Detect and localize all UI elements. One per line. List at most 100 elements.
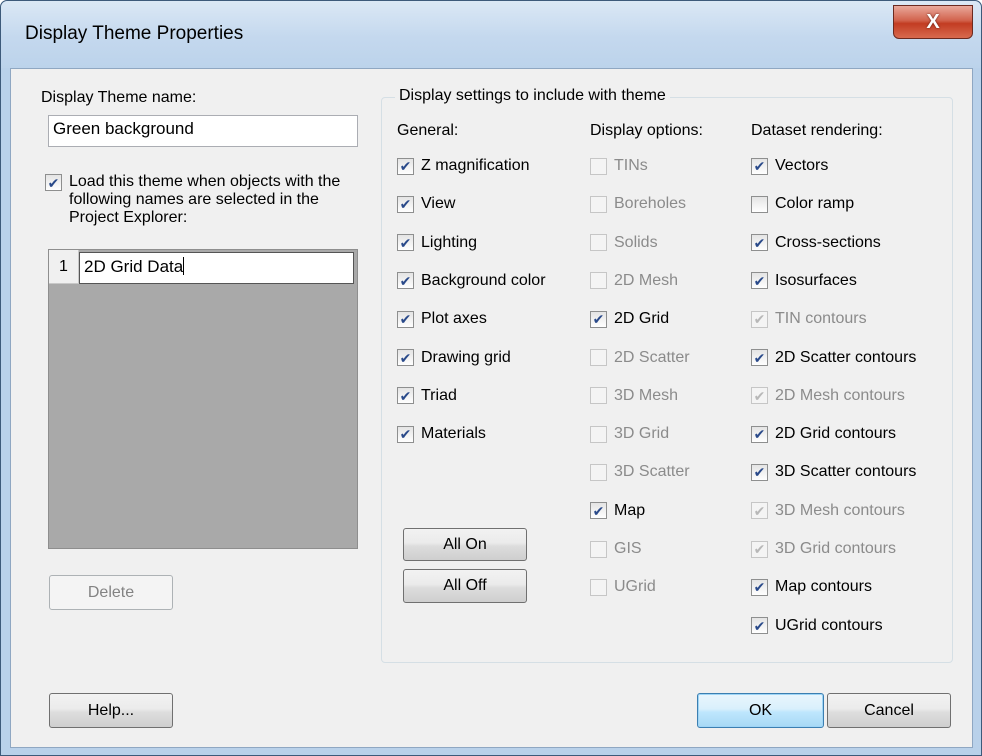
checkbox-label: 2D Grid contours: [775, 425, 896, 443]
checkbox-3d-scatter-contours[interactable]: ✔ 3D Scatter contours: [751, 461, 916, 483]
checkbox-view[interactable]: ✔ View: [397, 193, 455, 215]
dataset-rendering-header: Dataset rendering:: [751, 122, 883, 139]
checkbox-label: Plot axes: [421, 310, 487, 328]
checkbox-label: Isosurfaces: [775, 271, 857, 289]
object-name-list[interactable]: 1 2D Grid Data: [48, 249, 358, 549]
checkbox-check-icon: ✔: [397, 387, 414, 405]
checkbox-3d-mesh: 3D Mesh: [590, 385, 678, 407]
checkbox-boreholes: Boreholes: [590, 193, 686, 215]
help-button[interactable]: Help...: [49, 693, 173, 728]
checkbox-label: Boreholes: [614, 195, 687, 213]
checkbox-check-icon: ✔: [397, 310, 414, 328]
checkbox-label: TINs: [614, 157, 648, 174]
checkbox-check-icon: ✔: [751, 387, 768, 405]
checkbox-vectors[interactable]: ✔ Vectors: [751, 155, 828, 177]
checkbox-check-icon: ✔: [751, 272, 768, 290]
checkbox-2d-mesh: 2D Mesh: [590, 270, 678, 292]
title-bar[interactable]: Display Theme Properties X: [1, 1, 981, 68]
checkbox-label: UGrid: [614, 578, 656, 596]
all-on-button[interactable]: All On: [403, 528, 527, 561]
checkbox-check-icon: ✔: [45, 174, 62, 191]
row-name-text: 2D Grid Data: [84, 257, 184, 276]
checkbox-color-ramp[interactable]: Color ramp: [751, 193, 854, 215]
checkbox-check-icon: ✔: [751, 617, 768, 635]
checkbox-background-color[interactable]: ✔ Background color: [397, 270, 546, 292]
checkbox-2d-scatter: 2D Scatter: [590, 347, 690, 369]
dialog-client: Display Theme name: Green background ✔ L…: [10, 68, 973, 748]
checkbox-map[interactable]: ✔ Map: [590, 500, 645, 522]
checkbox-label: 3D Mesh contours: [775, 501, 905, 519]
checkbox-label: Lighting: [421, 233, 478, 251]
checkbox-check-icon: ✔: [751, 349, 768, 366]
checkbox-check-icon: [590, 349, 607, 366]
checkbox-label: Cross-sections: [775, 233, 881, 251]
checkbox-3d-grid: 3D Grid: [590, 423, 669, 445]
checkbox-check-icon: ✔: [397, 425, 414, 443]
load-theme-label: Load this theme when objects with the fo…: [69, 173, 341, 226]
checkbox-check-icon: [751, 195, 768, 213]
checkbox-materials[interactable]: ✔ Materials: [397, 423, 486, 445]
checkbox-check-icon: [590, 272, 607, 290]
checkbox-tin-contours: ✔ TIN contours: [751, 308, 867, 330]
checkbox-check-icon: [590, 387, 607, 405]
theme-name-input[interactable]: Green background: [48, 115, 358, 147]
checkbox-isosurfaces[interactable]: ✔ Isosurfaces: [751, 270, 857, 292]
checkbox-map-contours[interactable]: ✔ Map contours: [751, 576, 872, 598]
checkbox-check-icon: [590, 425, 607, 443]
close-button[interactable]: X: [893, 5, 973, 39]
checkbox-check-icon: ✔: [751, 578, 768, 596]
checkbox-label: Background color: [421, 271, 546, 289]
checkbox-z-magnification[interactable]: ✔ Z magnification: [397, 155, 530, 177]
checkbox-triad[interactable]: ✔ Triad: [397, 385, 457, 407]
checkbox-2d-grid-contours[interactable]: ✔ 2D Grid contours: [751, 423, 896, 445]
checkbox-label: Materials: [421, 425, 486, 443]
checkbox-check-icon: ✔: [397, 272, 414, 290]
checkbox-label: Vectors: [775, 157, 829, 174]
checkbox-check-icon: ✔: [751, 540, 768, 558]
all-off-button[interactable]: All Off: [403, 569, 527, 603]
checkbox-label: 2D Scatter contours: [775, 348, 917, 366]
checkbox-3d-scatter: 3D Scatter: [590, 461, 690, 483]
checkbox-cross-sections[interactable]: ✔ Cross-sections: [751, 232, 881, 254]
checkbox-label: View: [421, 195, 456, 213]
checkbox-label: 2D Scatter: [614, 348, 690, 366]
checkbox-lighting[interactable]: ✔ Lighting: [397, 232, 477, 254]
checkbox-ugrid-contours[interactable]: ✔ UGrid contours: [751, 615, 883, 637]
checkbox-check-icon: ✔: [751, 157, 768, 175]
checkbox-check-icon: [590, 540, 607, 558]
checkbox-label: Z magnification: [421, 157, 530, 174]
delete-button[interactable]: Delete: [49, 575, 173, 610]
checkbox-check-icon: ✔: [590, 310, 607, 328]
checkbox-label: Color ramp: [775, 195, 855, 213]
checkbox-check-icon: ✔: [751, 463, 768, 481]
checkbox-3d-mesh-contours: ✔ 3D Mesh contours: [751, 500, 905, 522]
ok-button[interactable]: OK: [697, 693, 824, 728]
checkbox-check-icon: [590, 157, 607, 175]
checkbox-check-icon: ✔: [397, 349, 414, 366]
checkbox-check-icon: ✔: [751, 234, 768, 252]
checkbox-label: Map: [614, 501, 646, 519]
checkbox-label: 3D Grid contours: [775, 540, 896, 557]
checkbox-check-icon: [590, 234, 607, 252]
cancel-button[interactable]: Cancel: [827, 693, 951, 728]
dialog-window: Display Theme Properties X Display Theme…: [0, 0, 982, 756]
checkbox-gis: GIS: [590, 538, 642, 560]
checkbox-check-icon: ✔: [751, 425, 768, 443]
checkbox-label: 2D Mesh: [614, 271, 679, 289]
checkbox-plot-axes[interactable]: ✔ Plot axes: [397, 308, 487, 330]
close-icon: X: [926, 10, 940, 33]
checkbox-2d-grid[interactable]: ✔ 2D Grid: [590, 308, 669, 330]
window-title: Display Theme Properties: [25, 23, 244, 44]
checkbox-label: 2D Grid: [614, 310, 670, 328]
general-header: General:: [397, 122, 459, 139]
load-theme-checkbox[interactable]: ✔ Load this theme when objects with the …: [45, 173, 365, 227]
checkbox-label: 2D Mesh contours: [775, 386, 905, 404]
checkbox-check-icon: [590, 578, 607, 596]
display-options-header: Display options:: [590, 122, 703, 139]
checkbox-2d-scatter-contours[interactable]: ✔ 2D Scatter contours: [751, 347, 916, 369]
checkbox-drawing-grid[interactable]: ✔ Drawing grid: [397, 347, 511, 369]
row-number: 1: [49, 250, 79, 284]
row-name-input[interactable]: 2D Grid Data: [79, 252, 354, 284]
checkbox-check-icon: [590, 463, 607, 481]
checkbox-label: 3D Scatter: [614, 463, 690, 481]
